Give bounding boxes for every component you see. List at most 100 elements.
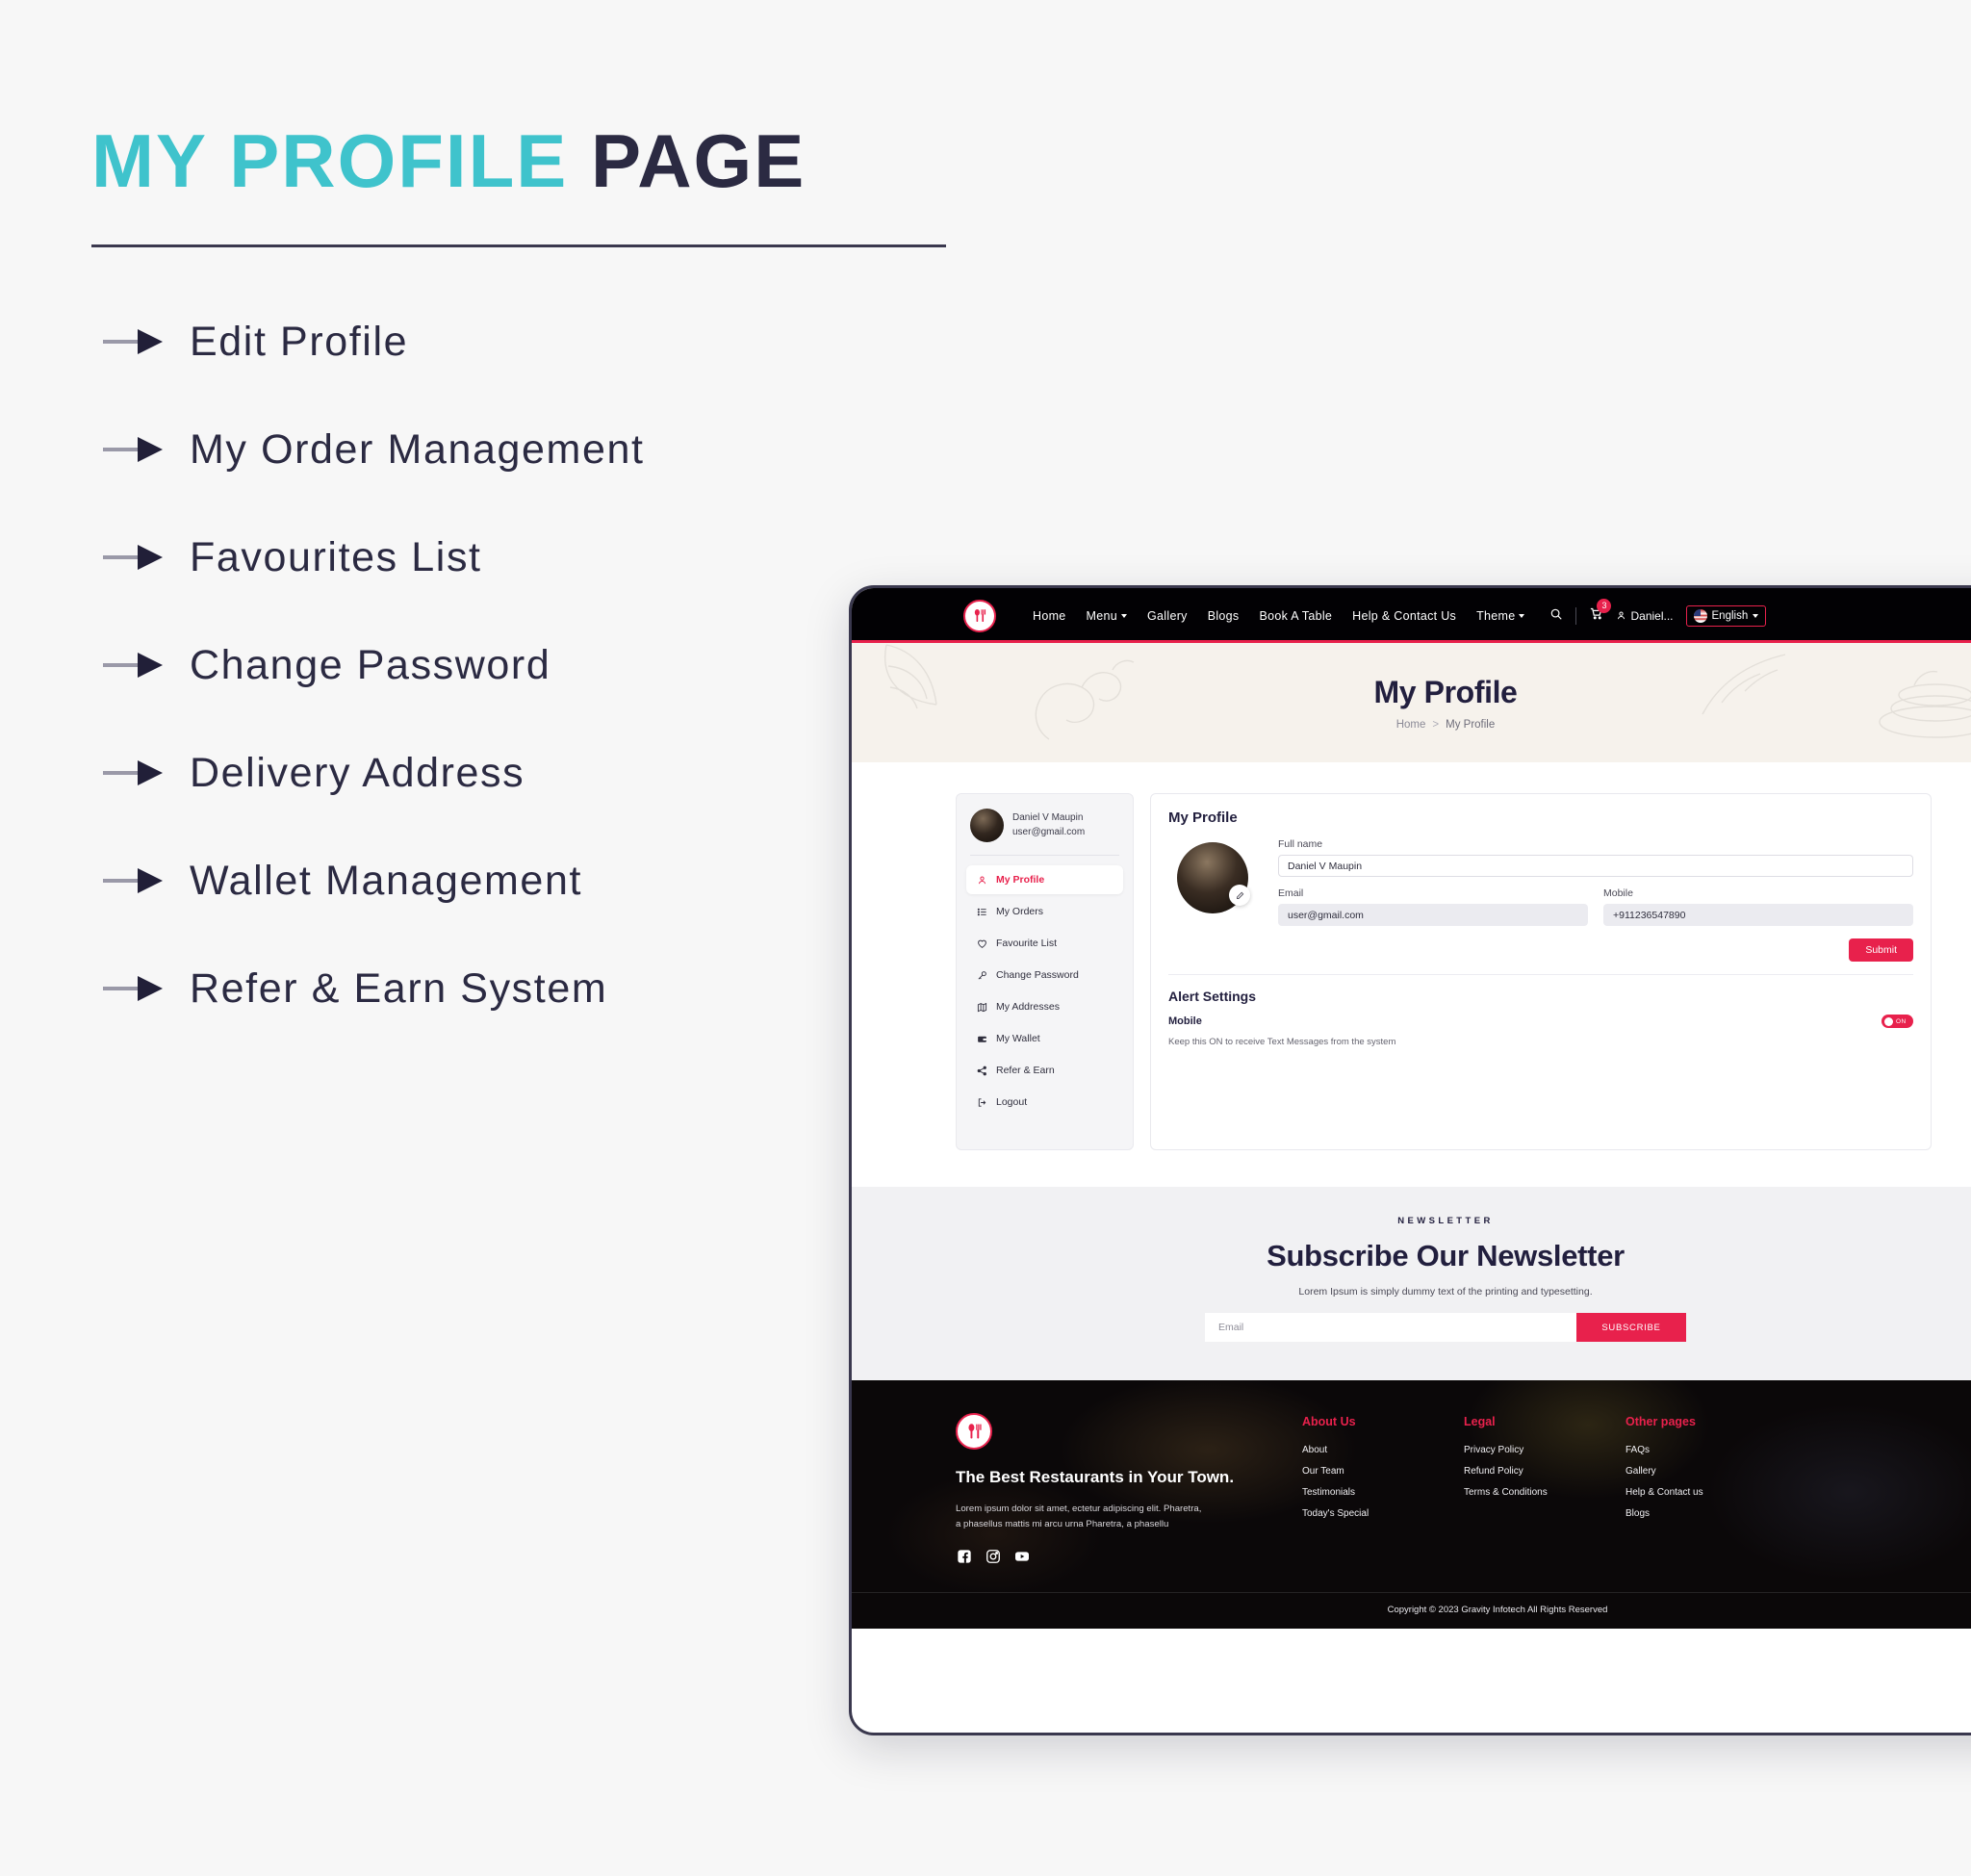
toggle-state-label: ON xyxy=(1896,1017,1907,1025)
mobile-alerts-toggle[interactable]: ON xyxy=(1881,1015,1913,1028)
footer-link[interactable]: Today's Special xyxy=(1302,1508,1464,1519)
nav-link-blogs[interactable]: Blogs xyxy=(1208,609,1240,623)
mobile-field[interactable]: +911236547890 xyxy=(1603,904,1913,926)
facebook-icon[interactable] xyxy=(956,1549,972,1565)
footer-link-columns: About Us About Our Team Testimonials Tod… xyxy=(1273,1413,1968,1565)
breadcrumb-current: My Profile xyxy=(1446,719,1496,731)
sidebar-item-my-profile[interactable]: My Profile xyxy=(966,865,1123,894)
page-title-accent: MY PROFILE xyxy=(91,118,569,203)
nav-link-gallery[interactable]: Gallery xyxy=(1147,609,1188,623)
list-icon xyxy=(976,907,988,917)
list-item: Delivery Address xyxy=(91,719,958,827)
newsletter-section: NEWSLETTER Subscribe Our Newsletter Lore… xyxy=(852,1187,1971,1380)
fullname-field[interactable]: Daniel V Maupin xyxy=(1278,855,1913,877)
nav-link-theme[interactable]: Theme xyxy=(1476,609,1525,623)
chevron-down-icon xyxy=(1121,613,1128,618)
nav-link-label: Menu xyxy=(1086,608,1118,623)
youtube-icon[interactable] xyxy=(1013,1549,1030,1565)
language-selector[interactable]: English xyxy=(1685,604,1767,627)
footer-link[interactable]: Privacy Policy xyxy=(1464,1445,1625,1455)
nav-link-help-contact[interactable]: Help & Contact Us xyxy=(1352,609,1456,623)
footer-brand: The Best Restaurants in Your Town. Lorem… xyxy=(956,1413,1273,1565)
footer-column-heading: About Us xyxy=(1302,1415,1356,1428)
herb-decoration-icon xyxy=(1702,654,1786,715)
list-item: My Order Management xyxy=(91,396,958,503)
alert-settings-row: Mobile ON xyxy=(1168,1015,1913,1028)
breadcrumb-separator-icon: > xyxy=(1432,719,1440,731)
breadcrumb: Home > My Profile xyxy=(1396,719,1496,731)
feature-label: Change Password xyxy=(190,641,551,688)
footer-column-other-pages: Other pages FAQs Gallery Help & Contact … xyxy=(1625,1415,1787,1565)
arrow-right-icon xyxy=(103,545,168,570)
subscribe-button[interactable]: SUBSCRIBE xyxy=(1576,1313,1686,1342)
website-mockup: Home Menu Gallery Blogs Book A Table Hel… xyxy=(849,585,1971,1735)
leaf-decoration-icon xyxy=(884,644,937,709)
list-item: Favourites List xyxy=(91,503,958,611)
email-field[interactable]: user@gmail.com xyxy=(1278,904,1588,926)
footer-link[interactable]: Help & Contact us xyxy=(1625,1487,1787,1498)
sidebar-user: Daniel V Maupin user@gmail.com xyxy=(966,807,1123,855)
instagram-icon[interactable] xyxy=(985,1549,1001,1565)
nav-link-label: Help & Contact Us xyxy=(1352,608,1457,623)
footer-link[interactable]: Refund Policy xyxy=(1464,1466,1625,1477)
sidebar-item-my-orders[interactable]: My Orders xyxy=(966,897,1123,926)
breadcrumb-home[interactable]: Home xyxy=(1396,719,1426,731)
sidebar-item-label: My Addresses xyxy=(996,1001,1060,1013)
nav-link-home[interactable]: Home xyxy=(1033,609,1066,623)
footer-link[interactable]: About xyxy=(1302,1445,1464,1455)
footer-link[interactable]: Terms & Conditions xyxy=(1464,1487,1625,1498)
footer-link[interactable]: Gallery xyxy=(1625,1466,1787,1477)
footer-copyright-bar: Copyright © 2023 Gravity Infotech All Ri… xyxy=(852,1591,1971,1629)
nav-divider xyxy=(1575,606,1577,625)
profile-fields: Full name Daniel V Maupin Email user@gma… xyxy=(1278,838,1913,962)
sidebar-item-label: My Orders xyxy=(996,906,1044,917)
sidebar-user-name: Daniel V Maupin xyxy=(1012,812,1084,823)
sidebar-item-my-wallet[interactable]: My Wallet xyxy=(966,1024,1123,1053)
spoon-fork-logo-icon[interactable] xyxy=(956,1413,992,1450)
chevron-down-icon xyxy=(1753,613,1759,618)
nav-link-menu[interactable]: Menu xyxy=(1086,608,1128,623)
arrow-right-icon xyxy=(103,653,168,678)
footer-link[interactable]: Our Team xyxy=(1302,1466,1464,1477)
footer-column-about-us: About Us About Our Team Testimonials Tod… xyxy=(1302,1415,1464,1565)
footer-link[interactable]: FAQs xyxy=(1625,1445,1787,1455)
nav-link-label: Blogs xyxy=(1207,608,1240,623)
footer-link[interactable]: Blogs xyxy=(1625,1508,1787,1519)
pancake-decoration-icon xyxy=(1879,670,1971,738)
heart-icon xyxy=(976,938,988,949)
sidebar-item-refer-earn[interactable]: Refer & Earn xyxy=(966,1056,1123,1085)
us-flag-icon xyxy=(1693,608,1707,623)
spoon-fork-logo-icon[interactable] xyxy=(963,599,996,632)
arrow-right-icon xyxy=(103,976,168,1001)
sidebar-item-logout[interactable]: Logout xyxy=(966,1088,1123,1117)
list-item: Refer & Earn System xyxy=(91,935,958,1042)
feature-label: Favourites List xyxy=(190,533,482,580)
sidebar-nav: My Profile My Orders Favourite List Chan… xyxy=(966,865,1123,1117)
search-icon[interactable] xyxy=(1549,607,1563,624)
newsletter-email-input[interactable]: Email xyxy=(1205,1313,1576,1342)
sidebar-item-change-password[interactable]: Change Password xyxy=(966,961,1123,989)
footer-column-legal: Legal Privacy Policy Refund Policy Terms… xyxy=(1464,1415,1625,1565)
footer-link[interactable]: Testimonials xyxy=(1302,1487,1464,1498)
profile-form: Full name Daniel V Maupin Email user@gma… xyxy=(1168,838,1913,962)
title-divider xyxy=(91,244,946,247)
sidebar-item-label: My Wallet xyxy=(996,1033,1040,1044)
sidebar-item-my-addresses[interactable]: My Addresses xyxy=(966,992,1123,1021)
nav-user-menu[interactable]: Daniel... xyxy=(1616,609,1674,623)
pencil-icon[interactable] xyxy=(1229,885,1250,906)
sidebar-item-favourite-list[interactable]: Favourite List xyxy=(966,929,1123,958)
nav-link-book-a-table[interactable]: Book A Table xyxy=(1260,609,1333,623)
sidebar-divider xyxy=(970,855,1119,856)
site-footer: The Best Restaurants in Your Town. Lorem… xyxy=(852,1380,1971,1629)
nav-links: Home Menu Gallery Blogs Book A Table Hel… xyxy=(1033,608,1525,623)
submit-button[interactable]: Submit xyxy=(1849,938,1913,962)
newsletter-title: Subscribe Our Newsletter xyxy=(1267,1239,1625,1272)
sidebar-item-label: Change Password xyxy=(996,969,1079,981)
feature-label: Refer & Earn System xyxy=(190,964,608,1012)
profile-avatar-column xyxy=(1168,838,1257,962)
nav-link-label: Home xyxy=(1033,608,1066,623)
page-title-dark: PAGE xyxy=(590,118,806,203)
sidebar-item-label: Favourite List xyxy=(996,938,1058,949)
cart-button[interactable]: 3 xyxy=(1589,598,1612,626)
footer-copyright: Copyright © 2023 Gravity Infotech All Ri… xyxy=(1387,1604,1608,1615)
